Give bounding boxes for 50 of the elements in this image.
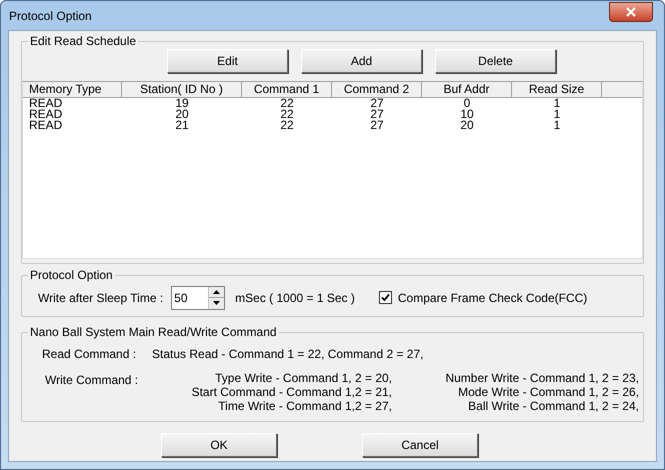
unit-label: mSec ( 1000 = 1 Sec ) — [235, 290, 355, 306]
table-cell-text: 1 — [552, 109, 562, 120]
dialog-button[interactable]: Cancel — [362, 433, 478, 457]
table-cell-text: 1 — [552, 120, 562, 131]
table-cell-text: 27 — [369, 120, 385, 131]
table-cell-text: READ — [28, 98, 64, 109]
command-text: Start Command - Command 1,2 = 21, — [192, 385, 392, 399]
column-header[interactable]: Memory Type — [23, 82, 122, 97]
command-text: Type Write - Command 1, 2 = 20, — [215, 371, 392, 385]
dialog-button[interactable]: OK — [161, 433, 277, 457]
column-header[interactable]: Command 2 — [332, 82, 422, 97]
read-command-text: Status Read - Command 1 = 22, Command 2 = 27, — [152, 346, 424, 363]
table-cell-text: READ — [28, 120, 64, 131]
toolbar-button[interactable]: Delete — [435, 49, 556, 73]
write-command-label: Write Command : — [44, 372, 140, 389]
command-text: Mode Write - Command 1, 2 = 26, — [458, 385, 639, 399]
close-button[interactable] — [609, 2, 653, 22]
table-cell-text: 0 — [464, 98, 470, 109]
group-title: Nano Ball System Main Read/Write Command — [28, 325, 279, 339]
sleep-time-spinner[interactable]: 50 — [171, 286, 226, 310]
window-title: Protocol Option — [8, 8, 92, 24]
table-cell-text: 27 — [369, 98, 385, 109]
sleep-time-label: Write after Sleep Time : — [38, 290, 164, 306]
fcc-checkbox[interactable] — [378, 291, 392, 304]
command-text: Ball Write - Command 1, 2 = 24, — [468, 399, 639, 413]
table-cell-text: 22 — [279, 98, 295, 109]
table-cell-text: 22 — [279, 109, 295, 120]
table-cell-text: 1 — [552, 98, 562, 109]
group-title: Edit Read Schedule — [28, 34, 138, 48]
table-cell-text: 20 — [459, 120, 475, 131]
table-cell-text: 20 — [174, 109, 190, 120]
command-text: Time Write - Command 1,2 = 27, — [218, 399, 392, 413]
command-text: Number Write - Command 1, 2 = 23, — [445, 371, 639, 385]
close-icon — [626, 6, 636, 16]
table-cell-text: 19 — [174, 98, 190, 109]
column-header[interactable]: Station( ID No ) — [122, 82, 242, 97]
column-header[interactable]: Read Size — [512, 82, 602, 97]
group-title: Protocol Option — [28, 268, 115, 282]
toolbar-button[interactable]: Edit — [167, 49, 288, 73]
table-cell-text: 10 — [459, 109, 475, 120]
read-command-label: Read Command : — [42, 346, 138, 363]
table-cell-text: READ — [28, 109, 64, 120]
fcc-label: Compare Frame Check Code(FCC) — [398, 290, 588, 306]
sleep-time-field[interactable]: 50 — [172, 286, 208, 308]
table-cell-text: 22 — [279, 120, 295, 131]
toolbar-button[interactable]: Add — [301, 49, 422, 73]
table-cell-text: 27 — [369, 109, 385, 120]
table-cell-text: 21 — [174, 120, 190, 131]
column-header[interactable]: Command 1 — [242, 82, 332, 97]
column-header[interactable]: Buf Addr — [422, 82, 512, 97]
